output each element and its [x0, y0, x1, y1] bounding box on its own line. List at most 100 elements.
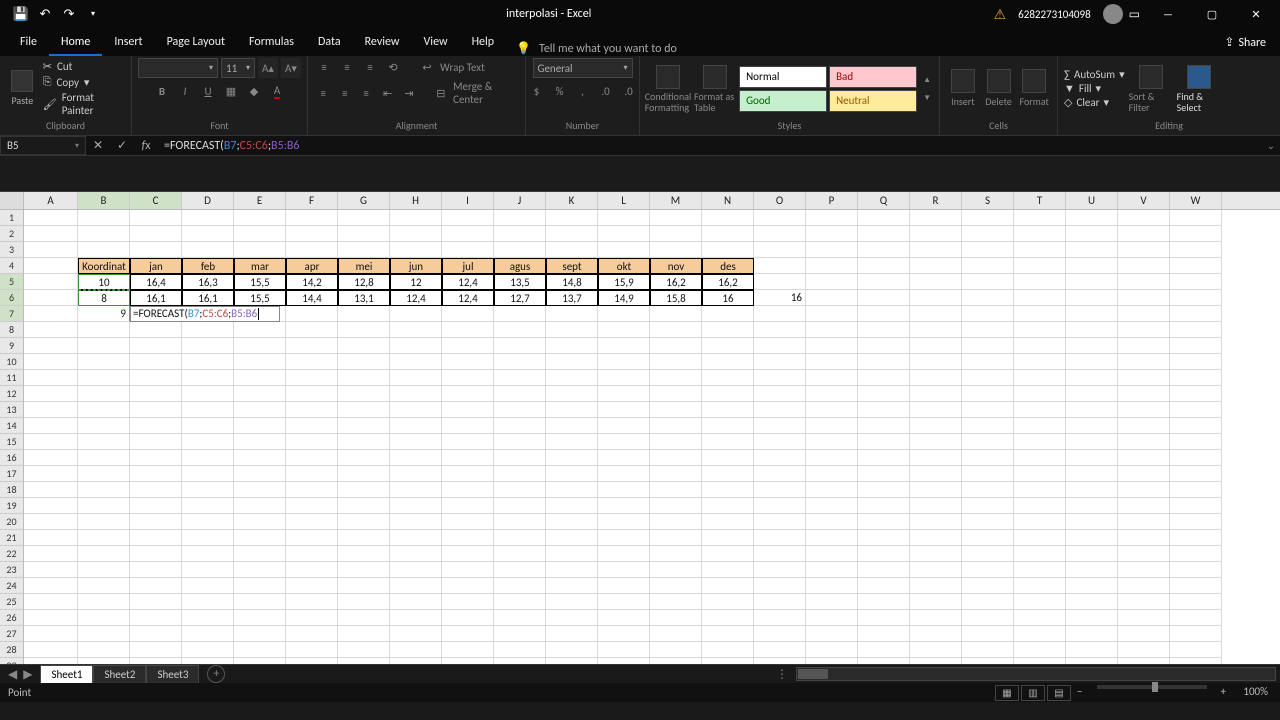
cell-W10[interactable] — [1170, 354, 1222, 370]
cell-H2[interactable] — [390, 226, 442, 242]
cell-T14[interactable] — [1014, 418, 1066, 434]
sheet-tab-2[interactable]: Sheet2 — [93, 665, 146, 683]
cell-S13[interactable] — [962, 402, 1014, 418]
cell-F17[interactable] — [286, 466, 338, 482]
cell-H12[interactable] — [390, 386, 442, 402]
cell-F24[interactable] — [286, 578, 338, 594]
cell-C6[interactable]: 16,1 — [130, 290, 182, 306]
cell-J15[interactable] — [494, 434, 546, 450]
align-top-button[interactable]: ≡ — [314, 58, 334, 76]
cell-J19[interactable] — [494, 498, 546, 514]
cell-O2[interactable] — [754, 226, 806, 242]
cell-V12[interactable] — [1118, 386, 1170, 402]
col-header-G[interactable]: G — [338, 192, 390, 209]
cell-D1[interactable] — [182, 210, 234, 226]
cell-T4[interactable] — [1014, 258, 1066, 274]
styles-up-icon[interactable]: ▲ — [923, 75, 931, 85]
decrease-decimal-button[interactable]: .0 — [619, 82, 639, 100]
cell-R1[interactable] — [910, 210, 962, 226]
cell-C3[interactable] — [130, 242, 182, 258]
cell-W29[interactable] — [1170, 658, 1222, 664]
row-header-4[interactable]: 4 — [0, 258, 24, 274]
cell-K24[interactable] — [546, 578, 598, 594]
row-header-16[interactable]: 16 — [0, 450, 24, 466]
insert-cells-button[interactable]: Insert — [946, 69, 980, 108]
number-format-select[interactable]: General▾ — [533, 58, 633, 78]
cell-U2[interactable] — [1066, 226, 1118, 242]
cancel-formula-button[interactable]: ✕ — [86, 138, 110, 153]
cell-T15[interactable] — [1014, 434, 1066, 450]
cell-H13[interactable] — [390, 402, 442, 418]
cell-B16[interactable] — [78, 450, 130, 466]
cell-K9[interactable] — [546, 338, 598, 354]
cell-S26[interactable] — [962, 610, 1014, 626]
col-header-U[interactable]: U — [1066, 192, 1118, 209]
cell-E5[interactable]: 15,5 — [234, 274, 286, 290]
cell-O28[interactable] — [754, 642, 806, 658]
cell-K19[interactable] — [546, 498, 598, 514]
cell-W4[interactable] — [1170, 258, 1222, 274]
cell-I5[interactable]: 12,4 — [442, 274, 494, 290]
cell-Q15[interactable] — [858, 434, 910, 450]
cell-U11[interactable] — [1066, 370, 1118, 386]
cell-R25[interactable] — [910, 594, 962, 610]
cell-U6[interactable] — [1066, 290, 1118, 306]
cell-O13[interactable] — [754, 402, 806, 418]
cell-I4[interactable]: jul — [442, 258, 494, 274]
paste-button[interactable]: Paste — [6, 70, 39, 107]
cell-B9[interactable] — [78, 338, 130, 354]
cell-G4[interactable]: mei — [338, 258, 390, 274]
cell-N16[interactable] — [702, 450, 754, 466]
cell-F29[interactable] — [286, 658, 338, 664]
cell-P22[interactable] — [806, 546, 858, 562]
cell-S11[interactable] — [962, 370, 1014, 386]
cell-L22[interactable] — [598, 546, 650, 562]
undo-icon[interactable]: ↶ — [34, 3, 56, 25]
cell-L21[interactable] — [598, 530, 650, 546]
cell-S14[interactable] — [962, 418, 1014, 434]
cell-O1[interactable] — [754, 210, 806, 226]
sheet-nav-next-icon[interactable]: ▶ — [23, 667, 32, 682]
cell-N24[interactable] — [702, 578, 754, 594]
cell-W26[interactable] — [1170, 610, 1222, 626]
cell-L16[interactable] — [598, 450, 650, 466]
cell-P17[interactable] — [806, 466, 858, 482]
cell-A2[interactable] — [24, 226, 78, 242]
cell-V7[interactable] — [1118, 306, 1170, 322]
row-header-1[interactable]: 1 — [0, 210, 24, 226]
sheet-tab-1[interactable]: Sheet1 — [40, 665, 93, 683]
cell-R24[interactable] — [910, 578, 962, 594]
cell-D17[interactable] — [182, 466, 234, 482]
cell-B14[interactable] — [78, 418, 130, 434]
cell-J25[interactable] — [494, 594, 546, 610]
cell-V4[interactable] — [1118, 258, 1170, 274]
cell-I14[interactable] — [442, 418, 494, 434]
conditional-formatting-button[interactable]: Conditional Formatting — [646, 65, 690, 113]
row-header-28[interactable]: 28 — [0, 642, 24, 658]
save-icon[interactable]: 💾 — [10, 3, 32, 25]
cell-S8[interactable] — [962, 322, 1014, 338]
cell-H9[interactable] — [390, 338, 442, 354]
col-header-W[interactable]: W — [1170, 192, 1222, 209]
cell-L1[interactable] — [598, 210, 650, 226]
cell-O5[interactable] — [754, 274, 806, 290]
cell-K1[interactable] — [546, 210, 598, 226]
row-header-27[interactable]: 27 — [0, 626, 24, 642]
spreadsheet-grid[interactable]: ABCDEFGHIJKLMNOPQRSTUVW 1234567891011121… — [0, 192, 1280, 664]
cell-K25[interactable] — [546, 594, 598, 610]
cell-Q24[interactable] — [858, 578, 910, 594]
cell-J26[interactable] — [494, 610, 546, 626]
cell-P18[interactable] — [806, 482, 858, 498]
cell-C13[interactable] — [130, 402, 182, 418]
formula-input[interactable]: =FORECAST(B7;C5:C6;B5:B6 — [158, 136, 1262, 155]
style-normal[interactable]: Normal — [739, 66, 827, 88]
cell-F23[interactable] — [286, 562, 338, 578]
cell-B11[interactable] — [78, 370, 130, 386]
cell-R29[interactable] — [910, 658, 962, 664]
row-header-14[interactable]: 14 — [0, 418, 24, 434]
cell-U20[interactable] — [1066, 514, 1118, 530]
cell-M5[interactable]: 16,2 — [650, 274, 702, 290]
cell-T25[interactable] — [1014, 594, 1066, 610]
cell-W15[interactable] — [1170, 434, 1222, 450]
tab-page-layout[interactable]: Page Layout — [155, 29, 237, 56]
